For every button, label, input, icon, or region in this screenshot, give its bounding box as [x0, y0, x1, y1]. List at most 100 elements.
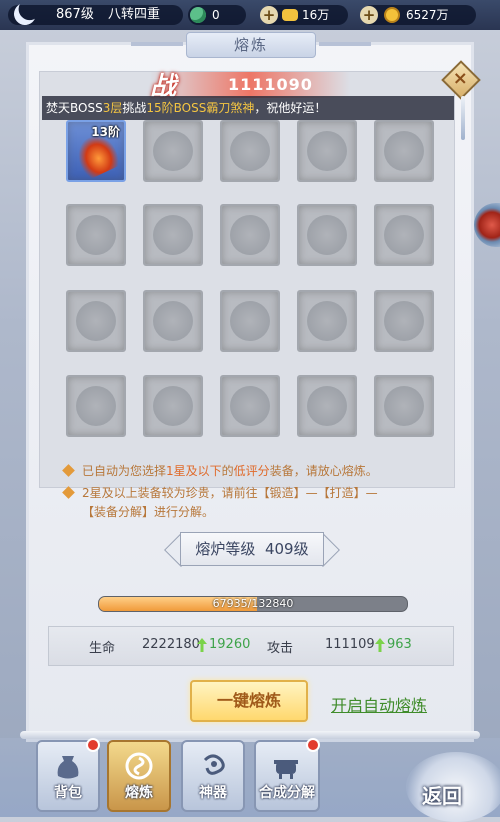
equipment-slot[interactable] — [220, 120, 280, 182]
empty-slot-icon — [230, 215, 270, 255]
empty-slot-icon — [307, 215, 347, 255]
coin-counter: + 6527万 — [360, 5, 476, 25]
furnace-label: 熔炉等级 — [195, 540, 256, 558]
tab-smelt-label: 熔炼 — [125, 785, 153, 801]
up-arrow-icon — [197, 638, 207, 652]
empty-slot-icon — [76, 301, 116, 341]
back-label: 返回 — [422, 784, 462, 808]
top-status-bar: 867级 八转四重 0 + 16万 + 6527万 — [0, 0, 500, 30]
tab-bag[interactable]: 背包 — [36, 738, 100, 812]
tip2-line1: 2星及以上装备较为珍贵，请前往【锻造】—【打造】— — [82, 486, 378, 500]
up-arrow-icon — [375, 638, 385, 652]
level-badge[interactable]: 867级 八转四重 — [8, 5, 183, 25]
equipment-slot[interactable] — [66, 375, 126, 437]
add-ingot-button[interactable]: + — [260, 6, 278, 24]
equipment-slot[interactable] — [143, 290, 203, 352]
empty-slot-icon — [384, 386, 424, 426]
realm-text: 八转四重 — [107, 7, 160, 22]
stats-row: 生命 2222180 19260 攻击 111109 963 — [48, 626, 454, 666]
equipment-slot[interactable] — [143, 120, 203, 182]
system-broadcast: 焚天BOSS3层挑战15阶BOSS霸刀煞神，祝他好运！ — [42, 96, 454, 120]
ingot-counter: + 16万 — [260, 5, 348, 25]
empty-slot-icon — [76, 215, 116, 255]
tab-smelt[interactable]: 熔炼 — [107, 740, 171, 812]
tab-artifact[interactable]: 神器 — [181, 740, 245, 812]
gourd-count: 0 — [212, 8, 220, 22]
hanging-rope — [461, 96, 465, 140]
auto-smelt-link[interactable]: 开启自动熔炼 — [331, 692, 427, 716]
tab-synthesize[interactable]: 合成分解 — [254, 738, 320, 812]
equipment-slot[interactable] — [297, 375, 357, 437]
exp-text: 67935/132840 — [212, 597, 294, 610]
ingot-icon — [282, 9, 298, 21]
level-text: 867级 — [56, 7, 94, 22]
equipment-slot[interactable] — [220, 375, 280, 437]
empty-slot-icon — [384, 215, 424, 255]
broadcast-seg4: 15阶BOSS霸刀煞神 — [146, 101, 255, 115]
equipment-slot[interactable] — [66, 204, 126, 266]
broadcast-seg1: 焚天BOSS — [46, 101, 103, 115]
equipment-slot[interactable] — [66, 290, 126, 352]
hp-gain: 19260 — [209, 637, 251, 652]
empty-slot-icon — [230, 386, 270, 426]
equipment-slot[interactable] — [220, 204, 280, 266]
ingot-amount: 16万 — [302, 8, 330, 22]
empty-slot-icon — [384, 131, 424, 171]
empty-slot-icon — [153, 301, 193, 341]
equipment-slot[interactable] — [220, 290, 280, 352]
notification-dot — [86, 738, 100, 752]
equipment-slot[interactable] — [143, 204, 203, 266]
furnace-level: 熔炉等级 409级 — [164, 532, 340, 567]
equipment-slot[interactable] — [297, 204, 357, 266]
equipment-slot[interactable] — [297, 120, 357, 182]
artifact-icon — [203, 754, 225, 775]
atk-value: 111109 — [325, 637, 375, 652]
empty-slot-icon — [307, 131, 347, 171]
empty-slot-icon — [384, 301, 424, 341]
tab-synthesize-label: 合成分解 — [259, 785, 315, 801]
moon-icon — [11, 0, 39, 28]
power-value: 1111090 — [228, 75, 313, 94]
coin-amount: 6527万 — [406, 8, 449, 22]
smelt-swirl-icon — [125, 752, 153, 780]
empty-slot-icon — [153, 131, 193, 171]
equipment-slot[interactable] — [374, 290, 434, 352]
tip2-line2: 【装备分解】进行分解。 — [82, 505, 215, 519]
atk-gain: 963 — [387, 637, 412, 652]
back-button[interactable]: 返回 — [406, 752, 500, 822]
hp-value: 2222180 — [142, 637, 200, 652]
add-coin-button[interactable]: + — [360, 6, 378, 24]
combat-power: 战 1111090 — [150, 72, 350, 102]
equipment-slot[interactable] — [374, 204, 434, 266]
tab-artifact-label: 神器 — [199, 785, 227, 801]
empty-slot-icon — [307, 301, 347, 341]
broadcast-seg3: 挑战 — [122, 101, 147, 115]
empty-slot-icon — [307, 386, 347, 426]
tip1-e: 装备，请放心熔炼。 — [269, 464, 378, 478]
equipment-slot[interactable] — [143, 375, 203, 437]
equipment-slot[interactable] — [374, 375, 434, 437]
panel-title: 熔炼 — [131, 32, 371, 58]
equipment-slot[interactable] — [374, 120, 434, 182]
item-tier: 13阶 — [91, 125, 120, 139]
gourd-counter[interactable]: 0 — [188, 5, 246, 25]
cauldron-icon — [274, 760, 298, 779]
notification-dot — [306, 738, 320, 752]
atk-label: 攻击 — [267, 641, 294, 656]
tip1-c: 的 — [221, 464, 234, 478]
tab-bag-label: 背包 — [54, 785, 82, 801]
furnace-exp-bar: 67935/132840 — [98, 596, 408, 612]
side-menu-button[interactable] — [474, 203, 500, 247]
coin-icon — [384, 7, 400, 23]
empty-slot-icon — [153, 215, 193, 255]
equipment-slot[interactable] — [297, 290, 357, 352]
broadcast-seg2: 3层 — [102, 101, 123, 115]
broadcast-seg5: ，祝他好运！ — [254, 101, 327, 115]
equipment-slot[interactable]: 13阶 — [66, 120, 126, 182]
empty-slot-icon — [230, 131, 270, 171]
equipment-grid: 13阶 — [64, 120, 436, 440]
one-click-smelt-button[interactable]: 一键熔炼 — [190, 680, 308, 722]
close-icon: × — [452, 68, 468, 90]
tip1-b: 1星及以下 — [166, 464, 222, 478]
empty-slot-icon — [153, 386, 193, 426]
